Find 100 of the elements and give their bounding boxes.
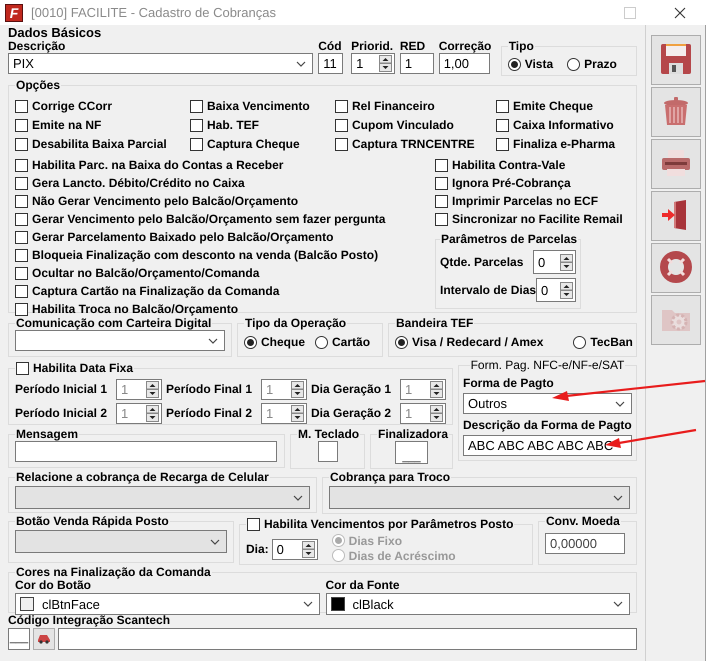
- text-field[interactable]: [15, 441, 277, 462]
- checkbox[interactable]: [190, 118, 203, 132]
- group-title: M. Teclado: [297, 428, 360, 441]
- close-icon: [674, 6, 686, 18]
- chevron-down-icon: [613, 494, 623, 500]
- checkbox[interactable]: [247, 518, 260, 530]
- field-label: Intervalo de Dias: [440, 284, 536, 296]
- number-field[interactable]: 0: [272, 538, 318, 560]
- chevron-down-icon: [302, 601, 312, 607]
- number-field[interactable]: 1: [400, 403, 446, 424]
- spin-arrows-icon: [430, 405, 443, 422]
- field-label: Código Integração Scantech: [8, 614, 172, 627]
- checkbox[interactable]: [435, 158, 448, 172]
- checkbox[interactable]: [15, 158, 28, 172]
- checkbox[interactable]: [496, 138, 509, 150]
- checkbox[interactable]: [15, 194, 28, 208]
- checkbox[interactable]: [15, 176, 28, 190]
- group-title: Mensagem: [15, 428, 80, 441]
- checkbox-label: Não Gerar Vencimento pelo Balcão/Orçamento: [32, 194, 298, 208]
- dropdown[interactable]: [15, 330, 225, 351]
- spin-arrows-icon: [430, 381, 443, 398]
- text-field[interactable]: 11: [318, 53, 344, 74]
- field-label: Descrição: [8, 40, 66, 53]
- radio-button[interactable]: [244, 336, 257, 348]
- checkbox-label: Hab. TEF: [207, 118, 260, 132]
- spin-arrows-icon: [302, 540, 315, 558]
- checkbox[interactable]: [15, 284, 28, 298]
- checkbox-label: Habilita Data Fixa: [33, 362, 134, 374]
- checkbox[interactable]: [435, 212, 448, 226]
- checkbox[interactable]: [15, 212, 28, 226]
- checkbox[interactable]: [335, 100, 348, 112]
- toolbar-button[interactable]: [650, 191, 700, 241]
- checkbox[interactable]: [335, 138, 348, 150]
- key-field[interactable]: ___: [8, 628, 30, 650]
- checkbox[interactable]: [190, 138, 203, 150]
- checkbox-label: Emite na NF: [32, 118, 102, 132]
- spin-arrows-icon: [290, 381, 304, 398]
- checkbox[interactable]: [435, 176, 448, 190]
- field-label: Período Final 1: [166, 383, 254, 396]
- checkbox[interactable]: [15, 230, 28, 244]
- radio-button[interactable]: [508, 58, 521, 70]
- field-label: Qtde. Parcelas: [440, 256, 524, 268]
- tool-button[interactable]: [33, 628, 55, 650]
- checkbox[interactable]: [15, 100, 28, 112]
- checkbox-label: Emite Cheque: [513, 99, 594, 113]
- dropdown[interactable]: Outros: [463, 393, 632, 414]
- group-title: Form. Pag. NFC-e/NF-e/SAT: [470, 359, 626, 372]
- checkbox[interactable]: [190, 100, 203, 112]
- chevron-down-icon: [210, 538, 220, 544]
- text-field[interactable]: ABC ABC ABC ABC ABC: [463, 435, 632, 456]
- checkbox[interactable]: [15, 118, 28, 132]
- checkbox[interactable]: [496, 100, 509, 112]
- field-label: Cor do Botão: [15, 579, 91, 592]
- toolbar-button[interactable]: [650, 87, 700, 137]
- number-field[interactable]: 1: [116, 403, 162, 424]
- checkbox[interactable]: [15, 138, 28, 150]
- checkbox-label: Captura TRNCENTRE: [352, 137, 475, 151]
- radio-button[interactable]: [573, 336, 586, 348]
- checkbox[interactable]: [15, 302, 28, 316]
- key-button[interactable]: ___: [395, 441, 428, 464]
- checkbox-label: Gerar Parcelamento Baixado pelo Balcão/Orçamento: [32, 230, 334, 244]
- checkbox-label: Habilita Vencimentos por Parâmetros Posto: [264, 518, 514, 530]
- toolbar-button[interactable]: [650, 35, 700, 85]
- radio-button[interactable]: [395, 336, 408, 348]
- number-field[interactable]: 0: [533, 250, 576, 274]
- checkbox[interactable]: [435, 194, 448, 208]
- radio-button[interactable]: [315, 336, 328, 348]
- number-field[interactable]: 0: [536, 278, 576, 302]
- radio-label: Prazo: [584, 57, 617, 71]
- checkbox[interactable]: [15, 248, 28, 262]
- number-field[interactable]: 1: [400, 379, 446, 400]
- toolbar-button[interactable]: [650, 243, 700, 293]
- checkbox[interactable]: [496, 118, 509, 132]
- group-title: Tipo da Operação: [244, 317, 348, 330]
- chevron-down-icon: [208, 338, 218, 344]
- radio-button[interactable]: [332, 549, 345, 562]
- radio-label: Dias de Acréscimo: [348, 548, 456, 562]
- dropdown[interactable]: PIX: [8, 53, 314, 74]
- maximize-icon: [624, 6, 636, 18]
- group-title: Botão Venda Rápida Posto: [15, 515, 170, 528]
- number-field[interactable]: 1: [260, 403, 307, 424]
- text-field[interactable]: 1: [400, 53, 434, 74]
- spin-arrows-icon: [560, 254, 573, 270]
- text-field[interactable]: [318, 441, 338, 462]
- text-field[interactable]: [58, 628, 637, 650]
- radio-button[interactable]: [567, 58, 580, 70]
- checkbox[interactable]: [15, 266, 28, 280]
- dropdown[interactable]: clBtnFace: [15, 593, 320, 615]
- number-field[interactable]: 1: [260, 379, 307, 400]
- checkbox-label: Corrige CCorr: [32, 99, 112, 113]
- checkbox[interactable]: [16, 362, 29, 374]
- number-field[interactable]: 1: [351, 53, 395, 74]
- dropdown[interactable]: clBlack: [326, 593, 630, 615]
- checkbox-label: Finaliza e-Pharma: [513, 137, 616, 151]
- toolbar-button[interactable]: [650, 139, 700, 189]
- checkbox[interactable]: [335, 118, 348, 132]
- checkbox-label: Gerar Vencimento pelo Balcão/Orçamento sem fazer pergunta: [32, 212, 386, 226]
- text-field[interactable]: 1,00: [438, 53, 490, 74]
- text-field[interactable]: 0,00000: [545, 533, 625, 554]
- spin-arrows-icon: [378, 55, 392, 72]
